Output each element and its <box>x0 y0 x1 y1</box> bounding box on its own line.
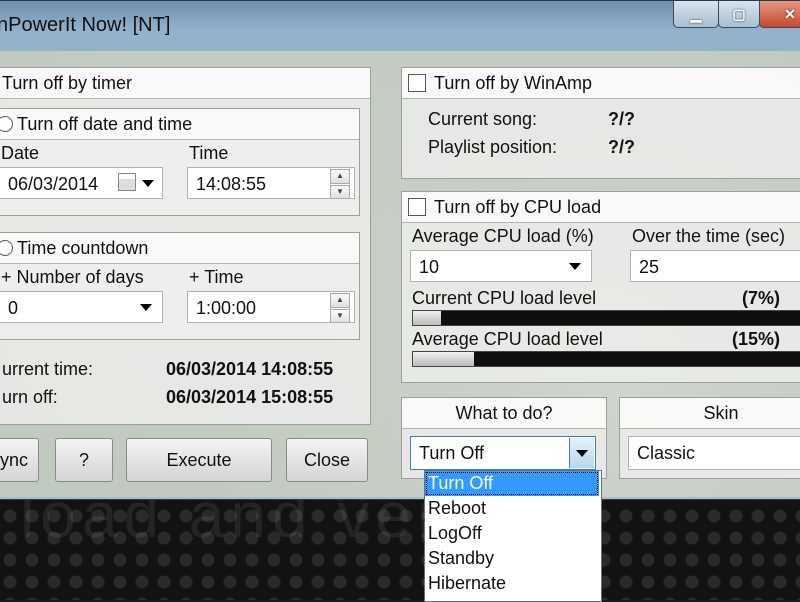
spin-down-icon[interactable]: ▼ <box>330 185 350 198</box>
sync-button-label: ync <box>0 449 28 470</box>
execute-button[interactable]: Execute <box>126 438 272 482</box>
plus-time-value: 1:00:00 <box>196 298 257 318</box>
dropdown-option-turn-off[interactable]: Turn Off <box>425 471 599 496</box>
minimize-icon: ▁ <box>690 5 702 22</box>
spin-down-icon[interactable]: ▼ <box>330 309 350 322</box>
time-spinner[interactable]: ▲ ▼ <box>330 169 350 198</box>
skin-panel: Skin Classic <box>619 397 800 479</box>
dropdown-option-standby[interactable]: Standby <box>425 546 599 571</box>
days-label: + Number of days <box>1 267 144 287</box>
minimize-button[interactable]: ▁ <box>673 1 719 28</box>
avg-level-value: (15%) <box>732 329 781 349</box>
action-panel: What to do? Turn Off <box>401 397 607 479</box>
help-button-label: ? <box>78 449 89 470</box>
date-time-group: Turn off date and time Date 06/03/2014 T… <box>0 108 360 216</box>
skin-header: Skin <box>620 398 800 429</box>
chevron-down-icon[interactable] <box>569 263 581 270</box>
days-select[interactable]: 0 <box>0 291 163 323</box>
playlist-value: ?/? <box>608 137 635 157</box>
over-time-value: 25 <box>639 257 660 277</box>
timer-group-label: Turn off by timer <box>2 73 133 93</box>
execute-button-label: Execute <box>166 449 232 470</box>
close-button-label: Close <box>303 449 351 470</box>
plus-time-field[interactable]: 1:00:00 ▲ ▼ <box>187 291 355 323</box>
cpu-panel: Turn off by CPU load Average CPU load (%… <box>401 191 800 383</box>
winamp-label: Turn off by WinAmp <box>434 73 593 93</box>
client-area: Turn off by timer Turn off date and time… <box>0 51 800 497</box>
avg-level-label: Average CPU load level <box>412 329 603 349</box>
action-dropdown-list: Turn Off Reboot LogOff Standby Hibernate <box>424 470 602 602</box>
time-value: 14:08:55 <box>196 174 267 194</box>
maximize-icon: ▢ <box>732 5 746 22</box>
playlist-label: Playlist position: <box>428 137 558 157</box>
turn-off-value: 06/03/2014 15:08:55 <box>166 387 334 407</box>
song-label: Current song: <box>428 109 538 129</box>
skin-label: Skin <box>703 403 739 423</box>
avg-level-bar <box>412 351 800 367</box>
spin-up-icon[interactable]: ▲ <box>330 293 350 308</box>
song-value: ?/? <box>608 109 635 129</box>
time-label: Time <box>189 143 229 163</box>
current-level-label: Current CPU load level <box>412 288 597 308</box>
avg-level-fill <box>413 352 474 366</box>
date-time-option-label: Turn off date and time <box>17 114 193 134</box>
current-level-value: (7%) <box>742 288 781 308</box>
window-title: nPowerIt Now! [NT] <box>0 14 171 36</box>
date-label: Date <box>1 143 40 163</box>
days-value: 0 <box>8 298 19 318</box>
plus-time-spinner[interactable]: ▲ ▼ <box>330 293 350 322</box>
timer-panel: Turn off by timer Turn off date and time… <box>0 67 371 425</box>
countdown-option-label: Time countdown <box>17 238 149 258</box>
current-level-fill <box>413 311 442 325</box>
help-button[interactable]: ? <box>55 438 113 482</box>
date-value: 06/03/2014 <box>8 174 99 194</box>
current-time-value: 06/03/2014 14:08:55 <box>166 359 334 379</box>
winamp-panel: Turn off by WinAmp Current song: ?/? Pla… <box>401 67 800 179</box>
skin-select[interactable]: Classic <box>628 436 800 470</box>
app-window: nPowerIt Now! [NT] ▁ ▢ ✕ Turn off by tim… <box>0 0 800 500</box>
action-header: What to do? <box>402 398 606 429</box>
avg-load-label: Average CPU load (%) <box>412 226 594 246</box>
cpu-checkbox[interactable] <box>408 198 426 216</box>
action-selected-value: Turn Off <box>419 443 485 463</box>
date-time-header: Turn off date and time <box>0 109 359 140</box>
dropdown-option-reboot[interactable]: Reboot <box>425 496 599 521</box>
avg-load-select[interactable]: 10 <box>410 250 592 282</box>
current-time-label: urrent time: <box>2 359 94 379</box>
skin-selected-value: Classic <box>637 443 696 463</box>
chevron-down-icon[interactable] <box>142 180 154 187</box>
turn-off-label: urn off: <box>2 387 58 407</box>
countdown-radio[interactable] <box>0 240 13 256</box>
dropdown-option-hibernate[interactable]: Hibernate <box>425 571 599 596</box>
over-time-field[interactable]: 25 <box>630 250 800 282</box>
avg-load-value: 10 <box>419 257 440 277</box>
action-dropdown-button[interactable] <box>569 438 594 468</box>
close-button[interactable]: Close <box>286 438 368 482</box>
chevron-down-icon <box>576 450 588 457</box>
cpu-header: Turn off by CPU load <box>402 192 800 223</box>
action-select[interactable]: Turn Off <box>410 436 596 470</box>
cpu-label: Turn off by CPU load <box>434 197 602 217</box>
calendar-icon[interactable] <box>118 173 136 191</box>
over-time-label: Over the time (sec) <box>632 226 786 246</box>
close-icon: ✕ <box>784 5 796 22</box>
current-level-bar <box>412 310 800 326</box>
date-field[interactable]: 06/03/2014 <box>0 167 163 199</box>
date-time-radio[interactable] <box>0 116 13 132</box>
timer-panel-header: Turn off by timer <box>0 68 370 99</box>
plus-time-label: + Time <box>189 267 244 287</box>
close-window-button[interactable]: ✕ <box>759 1 800 28</box>
countdown-group: Time countdown + Number of days 0 + Time… <box>0 232 360 340</box>
title-bar[interactable]: nPowerIt Now! [NT] ▁ ▢ ✕ <box>0 1 800 51</box>
sync-button[interactable]: ync <box>0 438 39 482</box>
dropdown-option-logoff[interactable]: LogOff <box>425 521 599 546</box>
action-label: What to do? <box>455 403 553 423</box>
winamp-header: Turn off by WinAmp <box>402 68 800 99</box>
countdown-header: Time countdown <box>0 233 359 264</box>
chevron-down-icon[interactable] <box>140 304 152 311</box>
winamp-checkbox[interactable] <box>408 74 426 92</box>
spin-up-icon[interactable]: ▲ <box>330 169 350 184</box>
time-field[interactable]: 14:08:55 ▲ ▼ <box>187 167 355 199</box>
maximize-button[interactable]: ▢ <box>718 1 760 28</box>
